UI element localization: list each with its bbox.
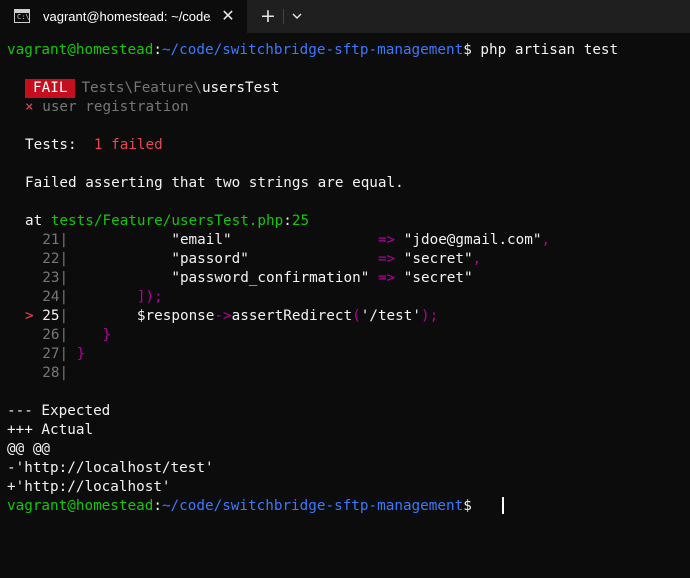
code-line: 24| ]); xyxy=(42,289,163,305)
terminal-tab[interactable]: C:\ vagrant@homestead: ~/code/switchbrid… xyxy=(0,0,247,33)
fail-badge: FAIL xyxy=(25,79,76,98)
prompt-line: vagrant@homestead:~/code/switchbridge-sf… xyxy=(7,498,472,514)
code-line: 28| xyxy=(42,365,69,381)
diff-actual-header: +++ Actual xyxy=(7,422,94,438)
tab-bar: C:\ vagrant@homestead: ~/code/switchbrid… xyxy=(0,0,690,33)
code-line: 22| "passord" => "secret", xyxy=(42,251,482,267)
terminal-output[interactable]: vagrant@homestead:~/code/switchbridge-sf… xyxy=(0,33,690,578)
terminal-icon: C:\ xyxy=(14,9,30,23)
text-cursor xyxy=(502,497,504,514)
prompt-line: vagrant@homestead:~/code/switchbridge-sf… xyxy=(7,42,619,58)
test-file-result: FAIL Tests\Feature\usersTest xyxy=(25,79,279,98)
code-line: 21| "email" => "jdoe@gmail.com", xyxy=(42,232,551,248)
close-icon[interactable]: ✕ xyxy=(219,6,237,26)
code-line: 23| "password_confirmation" => "secret" xyxy=(42,270,473,286)
new-tab-button[interactable]: + xyxy=(259,5,277,27)
diff-removed-line: -'http://localhost/test' xyxy=(7,460,214,476)
diff-hunk: @@ @@ xyxy=(7,441,51,457)
diff-expected-header: --- Expected xyxy=(7,403,111,419)
failure-message: Failed asserting that two strings are eq… xyxy=(25,175,404,191)
diff-added-line: +'http://localhost' xyxy=(7,479,171,495)
code-line: 27| } xyxy=(42,346,86,362)
chevron-down-icon[interactable] xyxy=(288,7,306,25)
tab-title: vagrant@homestead: ~/code/switchbridge-s… xyxy=(43,9,211,24)
test-case-result: × user registration xyxy=(25,99,189,115)
code-line-highlighted: > 25| $response->assertRedirect('/test')… xyxy=(25,308,439,324)
test-summary: Tests: 1 failed xyxy=(25,137,163,153)
code-line: 26| } xyxy=(42,327,112,343)
failure-location: at tests/Feature/usersTest.php:25 xyxy=(25,213,310,229)
cross-icon: × xyxy=(25,99,34,115)
tab-divider xyxy=(283,9,284,24)
